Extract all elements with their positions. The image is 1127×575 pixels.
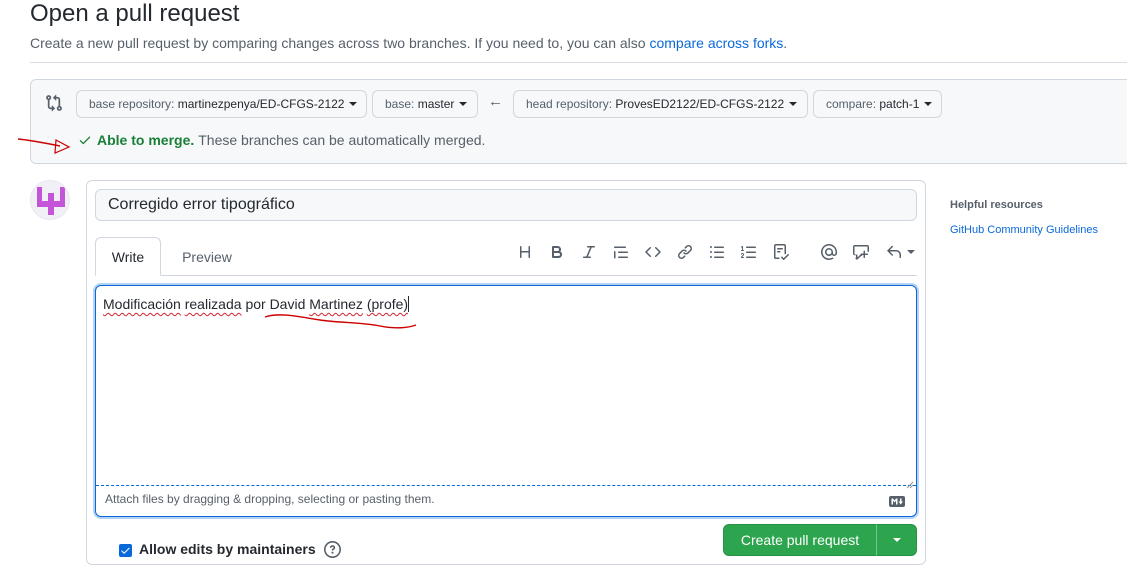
divider	[30, 62, 1127, 63]
body-word: Martinez	[309, 296, 363, 312]
body-word: (profe)	[366, 296, 409, 312]
link-icon[interactable]	[675, 242, 695, 262]
body-word: Modificación	[103, 296, 181, 312]
comment-body-textarea[interactable]	[95, 285, 917, 517]
base-branch-value: master	[417, 97, 455, 111]
allow-edits-label[interactable]: Allow edits by maintainers	[139, 541, 316, 557]
unordered-list-icon[interactable]	[707, 242, 727, 262]
reply-icon[interactable]	[885, 242, 915, 262]
create-pull-request-button[interactable]: Create pull request	[723, 524, 877, 556]
task-list-icon[interactable]	[771, 242, 791, 262]
bold-icon[interactable]	[547, 242, 567, 262]
page-description-end: .	[783, 35, 788, 51]
page-description-text: Create a new pull request by comparing c…	[30, 35, 646, 51]
compare-branch-value: patch-1	[879, 97, 920, 111]
quote-icon[interactable]	[611, 242, 631, 262]
chevron-down-icon	[906, 250, 915, 254]
code-icon[interactable]	[643, 242, 663, 262]
community-guidelines-link[interactable]: GitHub Community Guidelines	[950, 224, 1098, 236]
heading-icon[interactable]	[515, 242, 535, 262]
ordered-list-icon[interactable]	[739, 242, 759, 262]
base-repository-select[interactable]: base repository: martinezpenya/ED-CFGS-2…	[76, 90, 367, 118]
chevron-down-icon	[924, 102, 933, 106]
git-compare-icon	[45, 94, 63, 112]
chevron-down-icon	[349, 102, 358, 106]
page-title: Open a pull request	[30, 0, 240, 27]
chevron-down-icon	[892, 538, 901, 542]
compare-branch-label: compare:	[826, 97, 877, 111]
check-icon	[79, 136, 91, 145]
base-repository-label: base repository:	[89, 97, 175, 111]
allow-edits-checkbox[interactable]	[119, 544, 132, 557]
base-branch-label: base:	[385, 97, 415, 111]
comment-body-text: Modificación realizada por David Martine…	[103, 296, 410, 312]
mention-icon[interactable]	[819, 242, 839, 262]
tab-write[interactable]: Write	[95, 237, 161, 276]
reference-icon[interactable]	[851, 242, 871, 262]
helpful-resources-heading: Helpful resources	[950, 199, 1043, 211]
base-repository-value: martinezpenya/ED-CFGS-2122	[177, 97, 345, 111]
italic-icon[interactable]	[579, 242, 599, 262]
tab-preview[interactable]: Preview	[168, 237, 246, 276]
text-cursor	[408, 296, 410, 312]
attach-files-hint[interactable]: Attach files by dragging & dropping, sel…	[105, 492, 435, 506]
compare-across-forks-link[interactable]: compare across forks	[649, 35, 783, 51]
merge-status-label: Able to merge.	[97, 132, 195, 148]
chevron-down-icon	[459, 102, 468, 106]
question-icon[interactable]	[324, 541, 341, 558]
avatar[interactable]	[30, 180, 70, 220]
resize-handle-icon[interactable]	[906, 476, 914, 489]
page-description: Create a new pull request by comparing c…	[30, 35, 787, 51]
attach-divider	[96, 485, 916, 486]
markdown-icon[interactable]	[889, 494, 905, 507]
body-word: David	[269, 296, 306, 312]
body-word: por	[245, 296, 266, 312]
head-repository-label: head repository:	[526, 97, 613, 111]
title-input[interactable]	[95, 189, 917, 221]
head-repository-select[interactable]: head repository: ProvesED2122/ED-CFGS-21…	[513, 90, 808, 118]
base-branch-select[interactable]: base: master	[372, 90, 478, 118]
merge-status-message: These branches can be automatically merg…	[198, 132, 486, 148]
head-repository-value: ProvesED2122/ED-CFGS-2122	[615, 97, 785, 111]
chevron-down-icon	[789, 102, 798, 106]
create-options-dropdown[interactable]	[876, 524, 917, 556]
body-word: realizada	[184, 296, 242, 312]
merge-status: Able to merge. These branches can be aut…	[78, 132, 485, 148]
compare-branch-select[interactable]: compare: patch-1	[813, 90, 942, 118]
arrow-left-icon: ←	[488, 93, 503, 110]
